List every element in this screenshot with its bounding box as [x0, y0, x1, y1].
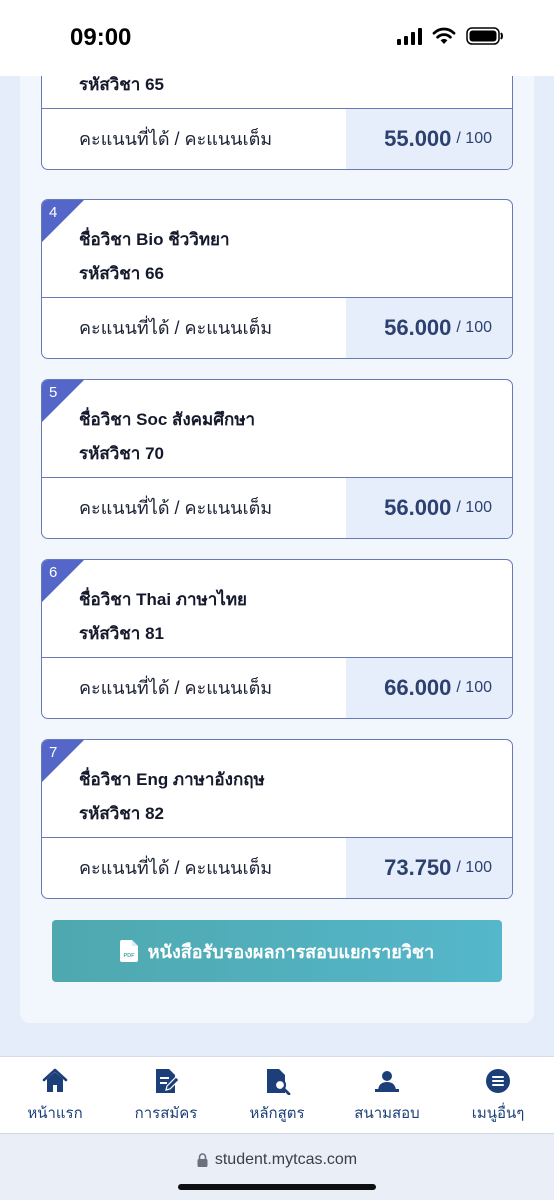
subject-code: รหัสวิชา 81 [79, 624, 164, 643]
subject-name: ชื่อวิชา Thai ภาษาไทย [79, 590, 247, 609]
status-time: 09:00 [70, 24, 132, 51]
nav-courses[interactable]: หลักสูตร [222, 1067, 332, 1125]
battery-icon [466, 27, 503, 45]
nav-application-label: การสมัคร [134, 1105, 198, 1122]
subject-card: 7 ชื่อวิชา Eng ภาษาอังกฤษ รหัสวิชา 82 คะ… [41, 739, 513, 899]
score-box: 56.000 / 100 [346, 298, 512, 358]
score-value: 73.750 [384, 855, 452, 880]
nav-more-label: เมนูอื่นๆ [471, 1105, 525, 1122]
subject-card-header: 5 ชื่อวิชา Soc สังคมศึกษา รหัสวิชา 70 [42, 380, 512, 477]
home-icon [42, 1068, 68, 1092]
score-box: 55.000 / 100 [346, 109, 512, 169]
score-box: 73.750 / 100 [346, 838, 512, 898]
status-bar: 09:00 [0, 0, 554, 76]
score-max: / 100 [456, 499, 492, 516]
subject-code: รหัสวิชา 66 [79, 264, 164, 283]
subject-score-row: คะแนนที่ได้ / คะแนนเต็ม 56.000 / 100 [42, 297, 512, 358]
subject-card: 4 ชื่อวิชา Bio ชีววิทยา รหัสวิชา 66 คะแน… [41, 199, 513, 359]
url-display[interactable]: student.mytcas.com [0, 1151, 554, 1169]
url-text: student.mytcas.com [214, 1151, 358, 1168]
index-number: 5 [49, 384, 58, 401]
subject-name: ชื่อวิชา Bio ชีววิทยา [79, 230, 230, 249]
subject-card-header: รหัสวิชา 65 [42, 76, 512, 108]
wifi-icon [432, 27, 456, 44]
score-value: 56.000 [384, 315, 452, 340]
nav-home-label: หน้าแรก [27, 1105, 83, 1122]
subject-card: 5 ชื่อวิชา Soc สังคมศึกษา รหัสวิชา 70 คะ… [41, 379, 513, 539]
score-box: 56.000 / 100 [346, 478, 512, 538]
index-number: 6 [49, 564, 58, 581]
subject-card: 6 ชื่อวิชา Thai ภาษาไทย รหัสวิชา 81 คะแน… [41, 559, 513, 719]
score-label: คะแนนที่ได้ / คะแนนเต็ม [79, 318, 273, 338]
score-value: 55.000 [384, 126, 452, 151]
index-number: 7 [49, 744, 58, 761]
score-max: / 100 [456, 859, 492, 876]
subject-code: รหัสวิชา 82 [79, 804, 164, 823]
status-icons [397, 27, 504, 45]
subject-name: ชื่อวิชา Soc สังคมศึกษา [79, 410, 256, 429]
browser-url-bar[interactable]: student.mytcas.com [0, 1133, 554, 1200]
nav-exam-venue-label: สนามสอบ [354, 1105, 420, 1122]
svg-text:PDF: PDF [123, 953, 135, 959]
index-number: 4 [49, 204, 58, 221]
score-value: 56.000 [384, 495, 452, 520]
score-value: 66.000 [384, 675, 452, 700]
bottom-nav: หน้าแรก การสมัคร หลักสูตร สนามสอบ เมนูอื… [0, 1056, 554, 1133]
score-label: คะแนนที่ได้ / คะแนนเต็ม [79, 498, 273, 518]
score-label: คะแนนที่ได้ / คะแนนเต็ม [79, 858, 273, 878]
exam-venue-icon [375, 1071, 399, 1092]
nav-exam-venue[interactable]: สนามสอบ [332, 1067, 442, 1125]
subject-card-header: 7 ชื่อวิชา Eng ภาษาอังกฤษ รหัสวิชา 82 [42, 740, 512, 837]
lock-icon [197, 1153, 208, 1167]
subject-code: รหัสวิชา 70 [79, 444, 164, 463]
nav-application[interactable]: การสมัคร [111, 1067, 221, 1125]
nav-more[interactable]: เมนูอื่นๆ [443, 1067, 553, 1125]
cellular-signal-icon [397, 27, 422, 45]
certificate-pdf-button[interactable]: PDF หนังสือรับรองผลการสอบแยกรายวิชา [52, 920, 502, 982]
score-max: / 100 [456, 130, 492, 147]
pdf-icon: PDF [119, 940, 138, 962]
score-max: / 100 [456, 679, 492, 696]
subject-card-header: 4 ชื่อวิชา Bio ชีววิทยา รหัสวิชา 66 [42, 200, 512, 297]
scroll-content[interactable]: รหัสวิชา 65 คะแนนที่ได้ / คะแนนเต็ม 55.0… [0, 76, 554, 1056]
course-search-icon [267, 1069, 291, 1095]
score-label: คะแนนที่ได้ / คะแนนเต็ม [79, 678, 273, 698]
nav-courses-label: หลักสูตร [249, 1105, 305, 1122]
application-form-icon [156, 1069, 180, 1093]
score-label: คะแนนที่ได้ / คะแนนเต็ม [79, 129, 273, 149]
score-max: / 100 [456, 319, 492, 336]
subject-card: รหัสวิชา 65 คะแนนที่ได้ / คะแนนเต็ม 55.0… [41, 76, 513, 170]
nav-home[interactable]: หน้าแรก [0, 1067, 110, 1125]
subject-card-header: 6 ชื่อวิชา Thai ภาษาไทย รหัสวิชา 81 [42, 560, 512, 657]
score-box: 66.000 / 100 [346, 658, 512, 718]
subject-score-row: คะแนนที่ได้ / คะแนนเต็ม 73.750 / 100 [42, 837, 512, 898]
subject-score-row: คะแนนที่ได้ / คะแนนเต็ม 66.000 / 100 [42, 657, 512, 718]
subject-code: รหัสวิชา 65 [79, 76, 164, 94]
home-indicator[interactable] [178, 1184, 376, 1190]
subject-score-row: คะแนนที่ได้ / คะแนนเต็ม 56.000 / 100 [42, 477, 512, 538]
subject-score-row: คะแนนที่ได้ / คะแนนเต็ม 55.000 / 100 [42, 108, 512, 169]
menu-icon [486, 1069, 510, 1093]
certificate-pdf-label: หนังสือรับรองผลการสอบแยกรายวิชา [147, 941, 435, 962]
subject-name: ชื่อวิชา Eng ภาษาอังกฤษ [79, 770, 265, 789]
